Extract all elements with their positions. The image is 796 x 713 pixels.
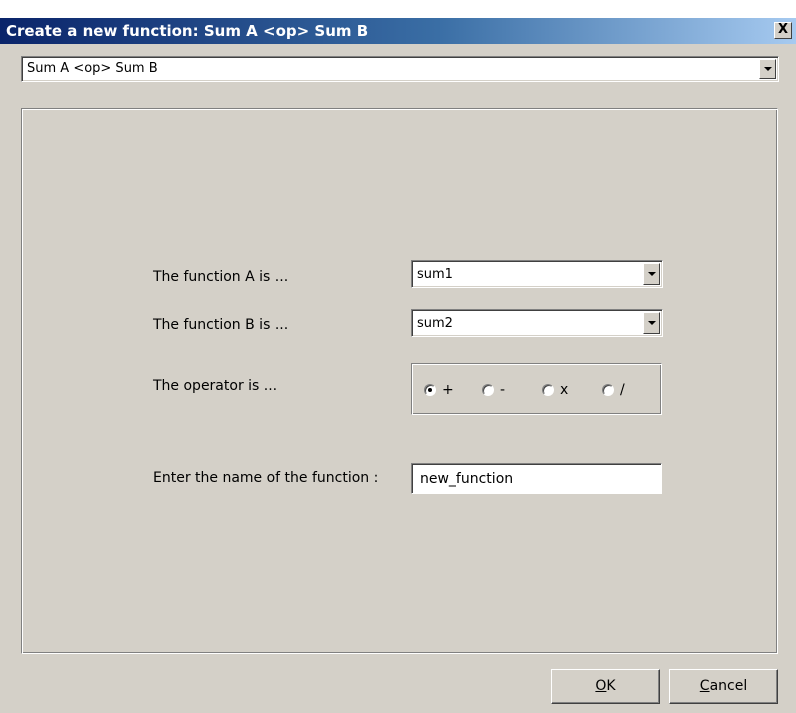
operator-label: The operator is ... (153, 378, 278, 394)
chevron-down-icon (647, 321, 656, 325)
ok-label-rest: K (606, 678, 616, 694)
function-b-select[interactable]: sum2 (411, 309, 663, 337)
function-template-select[interactable]: Sum A <op> Sum B (21, 56, 779, 82)
template-dropdown-button[interactable] (759, 59, 776, 79)
operator-times-radio[interactable]: x (542, 382, 568, 398)
window-title: Create a new function: Sum A <op> Sum B (6, 22, 369, 40)
top-strip (0, 0, 796, 18)
operator-plus-label: + (442, 382, 454, 398)
radio-checked-icon (424, 384, 436, 396)
function-a-label: The function A is ... (153, 269, 289, 285)
function-a-value: sum1 (417, 267, 453, 282)
function-template-value: Sum A <op> Sum B (27, 61, 158, 76)
ok-mnemonic: O (595, 678, 607, 694)
function-a-dropdown-button[interactable] (643, 263, 660, 285)
chevron-down-icon (647, 272, 656, 276)
radio-unchecked-icon (482, 384, 494, 396)
cancel-button[interactable]: Cancel (669, 669, 778, 704)
function-b-value: sum2 (417, 316, 453, 331)
title-bar: Create a new function: Sum A <op> Sum B … (0, 18, 796, 44)
operator-radio-group: + - x / (411, 363, 662, 415)
function-b-label: The function B is ... (153, 317, 289, 333)
operator-divide-label: / (620, 382, 625, 398)
function-b-dropdown-button[interactable] (643, 312, 660, 334)
operator-minus-label: - (500, 382, 506, 398)
operator-times-label: x (560, 382, 569, 398)
close-icon: X (777, 22, 789, 37)
ok-button[interactable]: OK (551, 669, 660, 704)
chevron-down-icon (763, 67, 772, 71)
cancel-mnemonic: C (699, 678, 710, 694)
function-a-select[interactable]: sum1 (411, 260, 663, 288)
radio-unchecked-icon (602, 384, 614, 396)
close-button[interactable]: X (774, 22, 792, 39)
cancel-label-rest: ancel (709, 678, 748, 694)
function-name-input[interactable] (411, 463, 662, 494)
operator-divide-radio[interactable]: / (602, 382, 625, 398)
operator-plus-radio[interactable]: + (424, 382, 454, 398)
radio-unchecked-icon (542, 384, 554, 396)
form-panel (21, 108, 778, 654)
operator-minus-radio[interactable]: - (482, 382, 505, 398)
function-name-label: Enter the name of the function : (153, 470, 379, 486)
